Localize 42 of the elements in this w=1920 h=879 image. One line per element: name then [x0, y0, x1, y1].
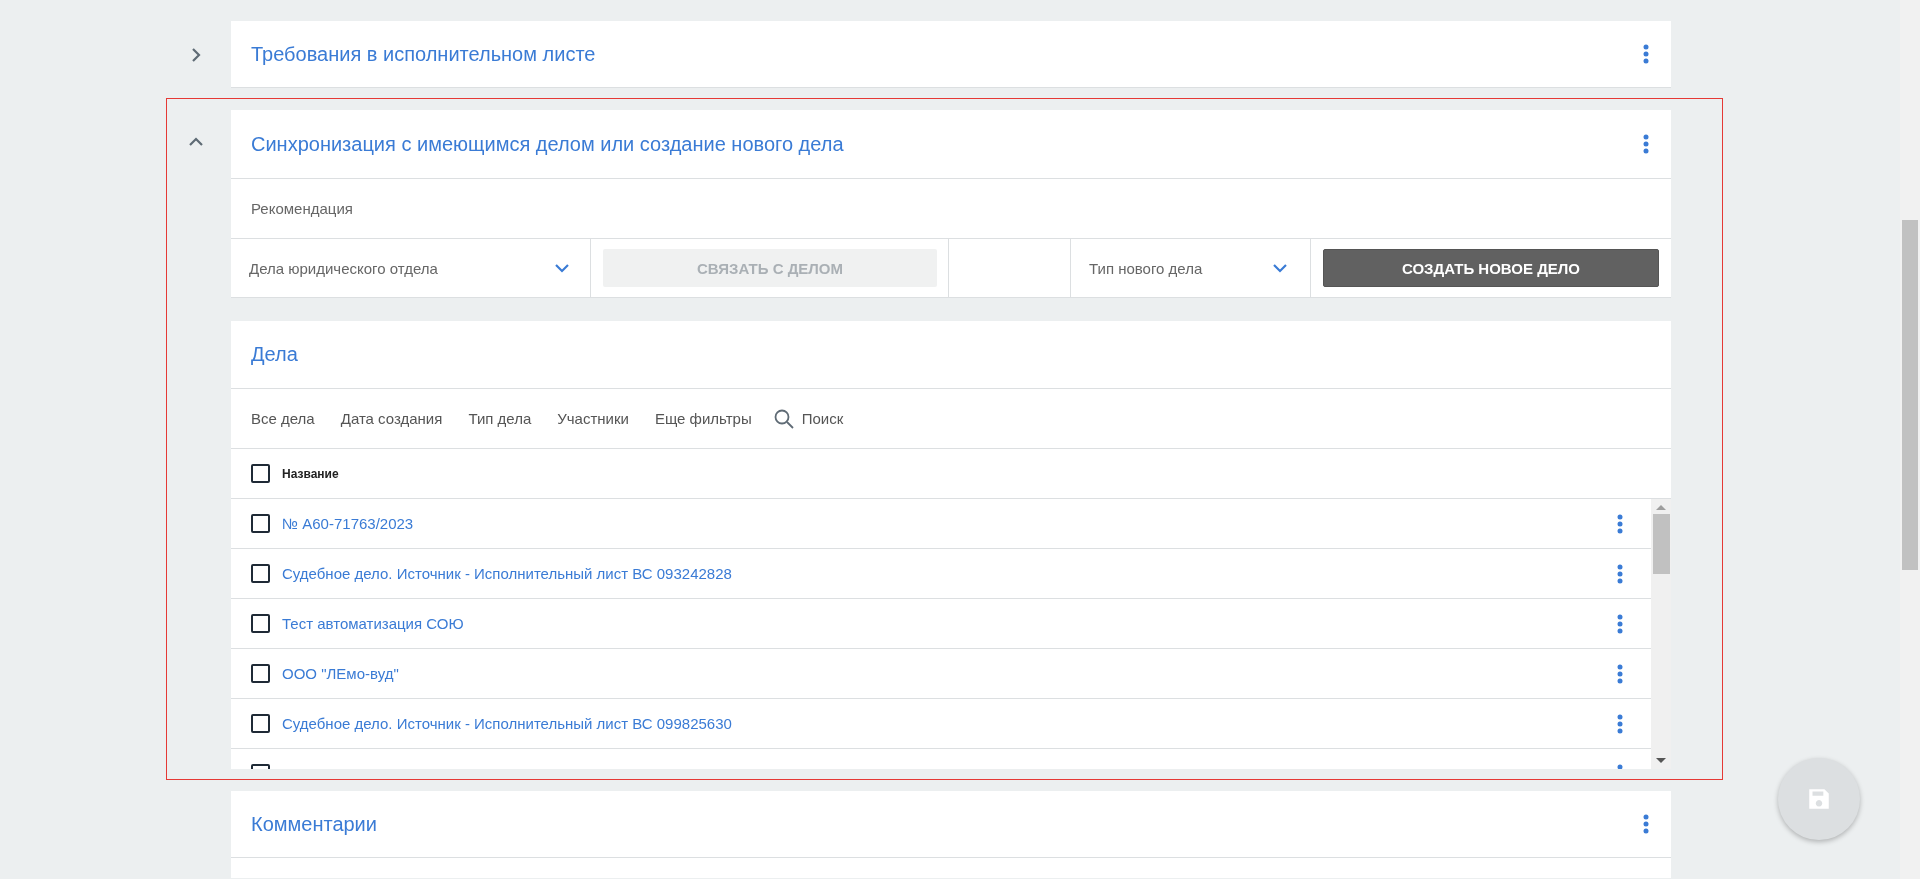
scroll-down-icon[interactable]: [1655, 756, 1667, 765]
checkbox[interactable]: [251, 714, 270, 733]
checkbox[interactable]: [251, 614, 270, 633]
more-options-icon[interactable]: [1617, 663, 1623, 684]
filter-button[interactable]: Участники: [557, 410, 629, 427]
case-link[interactable]: Тест автоматизация СОЮ: [282, 615, 464, 632]
case-link[interactable]: Судебное дело. Источник - Исполнительный лист ВС 099825630: [282, 715, 732, 732]
dropdown[interactable]: Тип нового дела: [1071, 239, 1311, 297]
more-options-icon[interactable]: [1643, 814, 1649, 834]
create-case-button[interactable]: СОЗДАТЬ НОВОЕ ДЕЛО: [1323, 249, 1659, 287]
more-options-icon[interactable]: [1617, 613, 1623, 634]
scrollbar-thumb[interactable]: [1902, 220, 1918, 570]
panel-title: Дела: [251, 343, 298, 366]
dropdown[interactable]: Дела юридического отдела: [231, 239, 591, 297]
section-title[interactable]: Требования в исполнительном листе: [251, 42, 596, 66]
more-options-icon[interactable]: [1617, 513, 1623, 534]
case-link[interactable]: Судебное дело. Источник - Исполнительный лист ВС 093242828: [282, 565, 732, 582]
section-title[interactable]: Синхронизация с имеющимся делом или создание нового дела: [251, 132, 844, 156]
chevron-up-icon[interactable]: [188, 136, 204, 148]
filter-button[interactable]: Еще фильтры: [654, 410, 752, 427]
chevron-right-icon[interactable]: [190, 47, 202, 63]
section-title[interactable]: Комментарии: [251, 812, 377, 836]
filter-button[interactable]: Тип дела: [468, 410, 532, 427]
search-icon[interactable]: [773, 408, 794, 429]
scroll-up-icon[interactable]: [1655, 503, 1667, 512]
filter-button[interactable]: Все дела: [251, 410, 315, 427]
scrollbar-thumb[interactable]: [1652, 514, 1670, 574]
recommendation-label: Рекомендация: [251, 200, 353, 217]
filter-button[interactable]: Дата создания: [340, 410, 443, 427]
chevron-down-icon[interactable]: [554, 262, 570, 274]
case-link[interactable]: ООО "ЛЕмо-вуд": [282, 665, 399, 682]
checkbox[interactable]: [251, 664, 270, 683]
more-options-icon[interactable]: [1617, 563, 1623, 584]
more-options-icon[interactable]: [1617, 713, 1623, 734]
more-options-icon[interactable]: [1643, 44, 1649, 64]
case-link[interactable]: № А60-71763/2023: [282, 515, 414, 532]
chevron-down-icon[interactable]: [1272, 262, 1288, 274]
column-header: Название: [282, 466, 339, 481]
more-options-icon[interactable]: [1643, 134, 1649, 154]
checkbox[interactable]: [251, 564, 270, 583]
checkbox[interactable]: [251, 514, 270, 533]
checkbox[interactable]: [251, 464, 270, 483]
